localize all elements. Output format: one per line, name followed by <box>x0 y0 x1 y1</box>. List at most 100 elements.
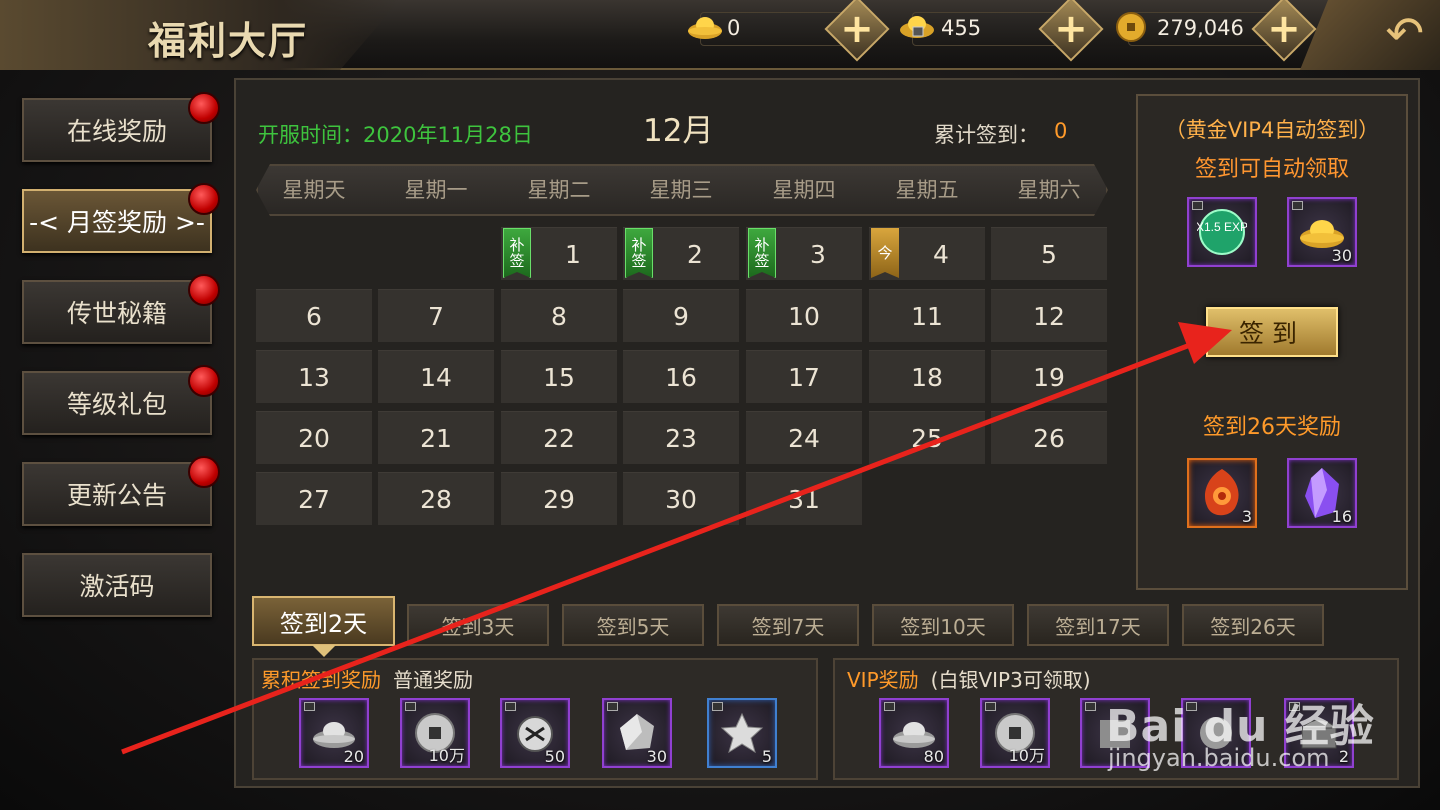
day-number: 29 <box>543 484 575 514</box>
day26-item-fire-stone[interactable]: 3 <box>1187 458 1257 528</box>
day-number: 26 <box>1033 423 1065 453</box>
tab-day17[interactable]: 签到17天 <box>1027 604 1169 646</box>
calendar-day-cell[interactable]: 10 <box>746 289 862 342</box>
calendar-day-cell[interactable]: 20 <box>256 411 372 464</box>
day-number: 31 <box>788 484 820 514</box>
tab-label: 签到5天 <box>596 614 670 639</box>
item-count: 10万 <box>1008 746 1045 765</box>
nav-label: -< 月签奖励 >- <box>29 208 205 237</box>
calendar-day-cell[interactable]: 21 <box>378 411 494 464</box>
calendar-day-cell[interactable]: 16 <box>623 350 739 403</box>
calendar-day-cell[interactable]: 27 <box>256 472 372 525</box>
calendar-day-cell[interactable]: 14 <box>378 350 494 403</box>
calendar-day-cell[interactable]: 7 <box>378 289 494 342</box>
add-ingot-button[interactable]: + <box>824 0 890 62</box>
day-number: 3 <box>810 239 826 269</box>
day-number: 25 <box>911 423 943 453</box>
signin-button[interactable]: 签到 <box>1206 307 1338 357</box>
nav-label: 激活码 <box>79 572 155 601</box>
day-number: 13 <box>298 362 330 392</box>
reward-title: 累积签到奖励 <box>261 668 381 692</box>
calendar-day-cell[interactable]: 31 <box>746 472 862 525</box>
calendar-day-cell[interactable]: 补签 3 <box>746 227 862 280</box>
item-count: 30 <box>646 747 667 766</box>
nav-online-reward[interactable]: 在线奖励 <box>22 92 220 162</box>
calendar-day-cell[interactable]: 25 <box>869 411 985 464</box>
reward-item-silver-gem[interactable]: 30 <box>602 698 672 768</box>
calendar-day-cell[interactable]: 补签 1 <box>501 227 617 280</box>
back-arrow-icon: ↶ <box>1385 6 1424 60</box>
nav-label: 传世秘籍 <box>66 299 167 328</box>
nav-level-gift[interactable]: 等级礼包 <box>22 365 220 435</box>
nav-secret-book[interactable]: 传世秘籍 <box>22 274 220 344</box>
item-count: 50 <box>544 747 565 766</box>
reward-item-silver-coin[interactable]: 10万 <box>400 698 470 768</box>
tab-label: 签到26天 <box>1210 614 1296 639</box>
tab-day2[interactable]: 签到2天 <box>252 596 395 646</box>
calendar-day-cell[interactable]: 24 <box>746 411 862 464</box>
item-count: 16 <box>1331 507 1352 526</box>
calendar-day-cell[interactable]: 23 <box>623 411 739 464</box>
item-count: 20 <box>343 747 364 766</box>
nav-activation-code[interactable]: 激活码 <box>22 553 212 617</box>
tab-day7[interactable]: 签到7天 <box>717 604 859 646</box>
nav-label: 等级礼包 <box>66 390 167 419</box>
reward-item-silver-ingot[interactable]: 20 <box>299 698 369 768</box>
day-number: 7 <box>428 301 444 331</box>
day-number: 23 <box>665 423 697 453</box>
weekday-label: 星期三 <box>649 178 713 202</box>
baidu-watermark: Bai du 经验 jingyan.baidu.com <box>1106 690 1376 780</box>
calendar-day-cell[interactable]: 5 <box>991 227 1107 280</box>
calendar-day-cell[interactable]: 6 <box>256 289 372 342</box>
notification-dot <box>188 183 220 215</box>
tab-day3[interactable]: 签到3天 <box>407 604 549 646</box>
coin-count: 279,046 <box>1157 16 1244 40</box>
plus-icon: + <box>1054 5 1088 52</box>
vip-item-ingot[interactable]: 30 <box>1287 197 1357 267</box>
calendar-day-cell[interactable]: 22 <box>501 411 617 464</box>
notification-dot <box>188 365 220 397</box>
tab-day10[interactable]: 签到10天 <box>872 604 1014 646</box>
day-number: 14 <box>420 362 452 392</box>
reward-item-star-badge[interactable]: 5 <box>707 698 777 768</box>
calendar-day-cell[interactable]: 11 <box>869 289 985 342</box>
calendar-day-cell[interactable]: 26 <box>991 411 1107 464</box>
item-count: 10万 <box>428 746 465 765</box>
back-button[interactable]: ↶ <box>1300 0 1440 70</box>
vip-item-exp[interactable]: X1.5 EXP <box>1187 197 1257 267</box>
weekday-label: 星期二 <box>527 178 591 202</box>
calendar-day-cell[interactable]: 19 <box>991 350 1107 403</box>
add-coin-button[interactable]: + <box>1251 0 1317 62</box>
reward-subtitle: 普通奖励 <box>393 668 473 692</box>
nav-update-notice[interactable]: 更新公告 <box>22 456 220 526</box>
tab-day5[interactable]: 签到5天 <box>562 604 704 646</box>
day-number: 2 <box>687 239 703 269</box>
day-number: 22 <box>543 423 575 453</box>
add-locked-ingot-button[interactable]: + <box>1038 0 1104 62</box>
day-number: 9 <box>673 301 689 331</box>
day26-reward-title: 签到26天奖励 <box>1203 415 1341 440</box>
calendar-day-cell[interactable]: 9 <box>623 289 739 342</box>
calendar-day-cell[interactable]: 12 <box>991 289 1107 342</box>
vip-reward-silver-ingot[interactable]: 80 <box>879 698 949 768</box>
tab-day26[interactable]: 签到26天 <box>1182 604 1324 646</box>
reward-item-talisman[interactable]: 50 <box>500 698 570 768</box>
makeup-signin-badge: 补签 <box>503 228 531 278</box>
calendar-month: 12月 <box>643 113 714 149</box>
day26-item-purple-crystal[interactable]: 16 <box>1287 458 1357 528</box>
nav-monthly-signin[interactable]: -< 月签奖励 >- <box>22 183 220 253</box>
calendar-day-cell[interactable]: 13 <box>256 350 372 403</box>
calendar-day-cell[interactable]: 28 <box>378 472 494 525</box>
calendar-day-cell[interactable]: 8 <box>501 289 617 342</box>
calendar-day-cell[interactable]: 17 <box>746 350 862 403</box>
calendar-day-cell[interactable]: 30 <box>623 472 739 525</box>
calendar-day-cell[interactable]: 29 <box>501 472 617 525</box>
vip-reward-silver-coin[interactable]: 10万 <box>980 698 1050 768</box>
day-number: 16 <box>665 362 697 392</box>
weekday-label: 星期四 <box>772 178 836 202</box>
calendar-day-cell[interactable]: 18 <box>869 350 985 403</box>
calendar-day-cell[interactable]: 15 <box>501 350 617 403</box>
calendar-day-cell[interactable]: 补签 2 <box>623 227 739 280</box>
calendar-day-cell[interactable]: 今4 <box>869 227 985 280</box>
notification-dot <box>188 92 220 124</box>
